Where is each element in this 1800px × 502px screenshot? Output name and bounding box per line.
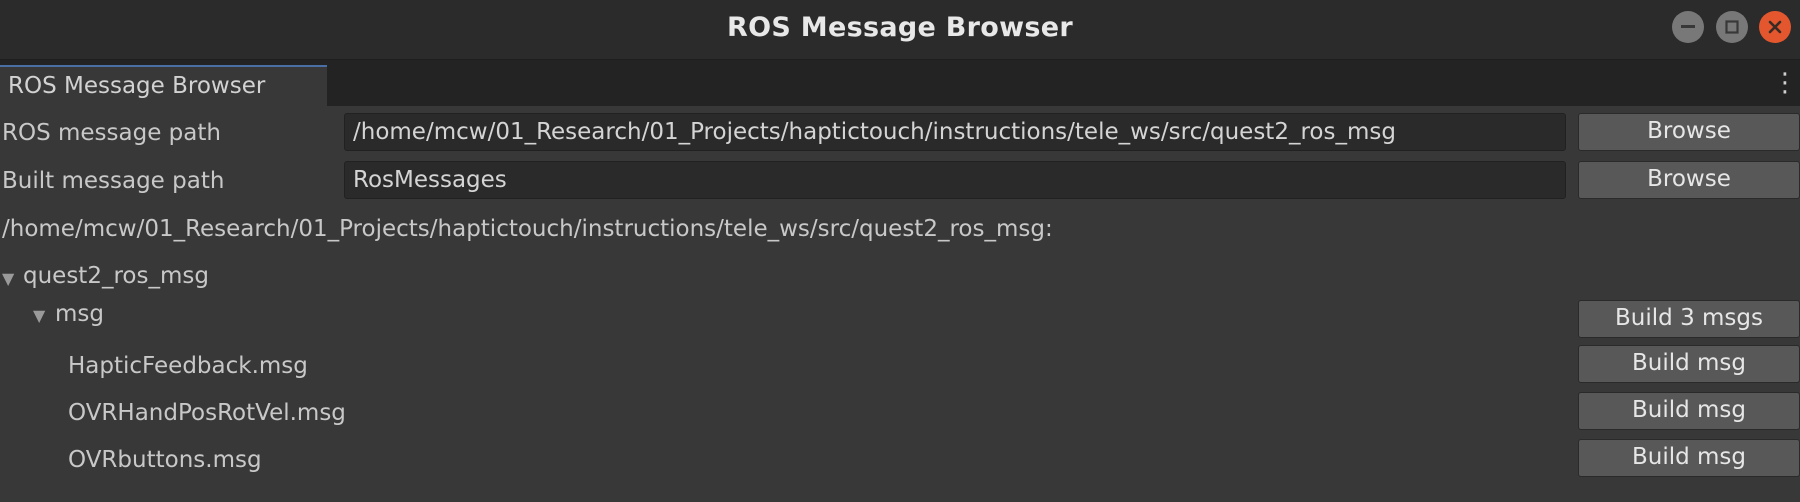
build-msg-button[interactable]: Build msg <box>1578 392 1800 430</box>
build-all-msgs-button[interactable]: Build 3 msgs <box>1578 300 1800 338</box>
root-path-label: /home/mcw/01_Research/01_Projects/haptic… <box>2 216 1053 242</box>
tab-label: ROS Message Browser <box>8 73 266 99</box>
kebab-menu-icon[interactable]: ⋮ <box>1772 68 1798 98</box>
built-message-path-label: Built message path <box>2 168 225 194</box>
build-msg-button[interactable]: Build msg <box>1578 345 1800 383</box>
built-message-path-field[interactable]: RosMessages <box>344 161 1566 199</box>
ros-message-path-label: ROS message path <box>2 120 221 146</box>
folder-foldout-arrow-icon[interactable]: ▼ <box>33 306 45 326</box>
build-msg-button[interactable]: Build msg <box>1578 439 1800 477</box>
ros-message-browser-window: ROS Message Browser ROS Message Browser … <box>0 0 1800 502</box>
msg-file-item: OVRbuttons.msg <box>68 447 262 473</box>
window-title: ROS Message Browser <box>727 12 1073 43</box>
tab-bar: ROS Message Browser ⋮ <box>0 60 1800 106</box>
folder-foldout-label[interactable]: msg <box>55 301 104 327</box>
close-icon[interactable] <box>1759 11 1791 43</box>
package-foldout-arrow-icon[interactable]: ▼ <box>2 269 14 289</box>
tab-ros-message-browser[interactable]: ROS Message Browser <box>0 65 327 106</box>
package-foldout-label[interactable]: quest2_ros_msg <box>23 263 209 289</box>
ros-message-path-field[interactable]: /home/mcw/01_Research/01_Projects/haptic… <box>344 113 1566 151</box>
minimize-icon[interactable] <box>1672 11 1704 43</box>
msg-file-item: HapticFeedback.msg <box>68 353 308 379</box>
title-bar[interactable]: ROS Message Browser <box>0 0 1800 60</box>
maximize-icon[interactable] <box>1716 11 1748 43</box>
msg-file-item: OVRHandPosRotVel.msg <box>68 400 346 426</box>
browse-ros-message-path-button[interactable]: Browse <box>1578 113 1800 151</box>
browse-built-message-path-button[interactable]: Browse <box>1578 161 1800 199</box>
